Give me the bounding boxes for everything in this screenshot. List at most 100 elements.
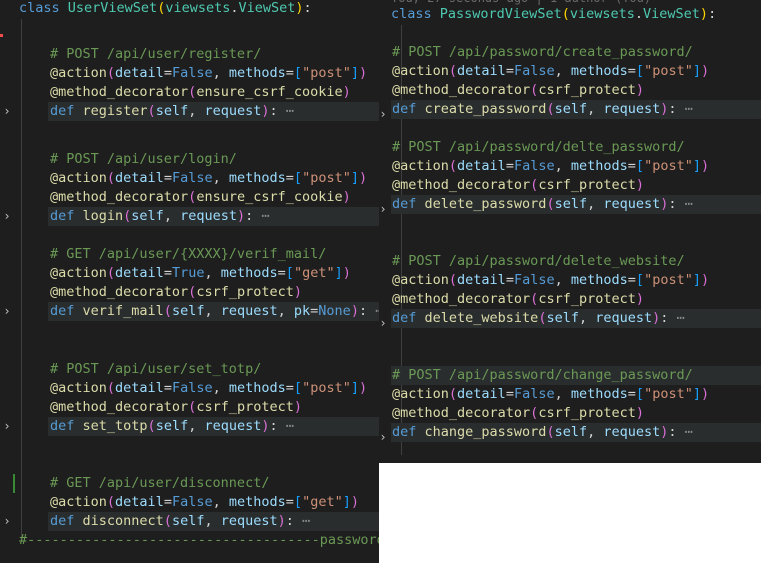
method-decorator-line[interactable]: @method_decorator(csrf_protect) [392, 290, 644, 309]
def-keyword: def [50, 208, 83, 224]
bracket: ) [342, 84, 351, 100]
route-comment-line[interactable]: # POST /api/password/create_password/ [392, 43, 693, 62]
action-decorator-line[interactable]: @action(detail=False, methods=["post"]) [50, 379, 367, 398]
equals: = [627, 63, 636, 79]
bracket: ) [635, 405, 644, 421]
detail-value: False [171, 494, 213, 510]
function-name: set_totp [82, 418, 148, 434]
dot: . [230, 0, 239, 16]
fold-chevron-icon[interactable]: › [0, 102, 14, 121]
colon: : [668, 196, 677, 212]
fold-chevron-icon[interactable]: › [0, 207, 14, 226]
method-decorator-line[interactable]: @method_decorator(csrf_protect) [50, 398, 302, 417]
equals: = [163, 170, 172, 186]
route-comment: # POST /api/user/set_totp/ [50, 361, 262, 377]
function-definition-line[interactable]: def create_password(self, request): ⋯ [392, 100, 693, 119]
fold-chevron-icon[interactable]: › [0, 302, 14, 321]
folded-ellipsis: ⋯ [676, 101, 693, 117]
function-definition-line[interactable]: def login(self, request): ⋯ [50, 207, 270, 226]
class-definition-line[interactable]: class UserViewSet(viewsets.ViewSet): [19, 0, 312, 18]
method-decorator-line[interactable]: @method_decorator(ensure_csrf_cookie) [50, 188, 351, 207]
bracket: ( [448, 63, 458, 79]
param-request: request [220, 513, 278, 529]
def-keyword: def [50, 303, 83, 319]
fold-chevron-icon[interactable]: › [379, 105, 390, 124]
method-decorator-line[interactable]: @method_decorator(csrf_protect) [392, 81, 644, 100]
def-keyword: def [50, 513, 83, 529]
method-decorator: @method_decorator [50, 189, 189, 205]
fold-chevron-icon[interactable]: › [379, 314, 390, 333]
http-method-string: "post" [302, 380, 351, 396]
param-self: self [155, 418, 189, 434]
action-decorator: @action [392, 63, 449, 79]
function-definition-line[interactable]: def register(self, request): ⋯ [50, 102, 294, 121]
route-comment-line[interactable]: # POST /api/user/set_totp/ [50, 360, 261, 379]
route-comment-line[interactable]: # POST /api/user/login/ [50, 150, 237, 169]
function-definition-line[interactable]: def disconnect(self, request): ⋯ [50, 512, 310, 531]
method-decorator: @method_decorator [392, 82, 531, 98]
action-decorator-line[interactable]: @action(detail=False, methods=["post"]) [392, 271, 709, 290]
class-definition-line[interactable]: class PasswordViewSet(viewsets.ViewSet): [391, 5, 716, 24]
comma: , [212, 170, 229, 186]
route-comment-line[interactable]: # POST /api/user/register/ [50, 45, 261, 64]
equals: = [505, 272, 514, 288]
bracket: ( [163, 513, 172, 529]
colon: : [358, 303, 368, 319]
bracket: [ [635, 386, 645, 402]
divider-comment-line[interactable]: #------------------------------------pas… [19, 531, 379, 550]
param-name: detail [457, 158, 506, 174]
def-keyword: def [392, 310, 425, 326]
detail-value: True [171, 265, 205, 281]
fold-chevron-icon[interactable]: › [379, 428, 390, 447]
folded-ellipsis: ⋯ [367, 303, 379, 319]
route-comment-line[interactable]: # POST /api/password/delete_website/ [392, 252, 685, 271]
fold-chevron-icon[interactable]: › [0, 512, 14, 531]
action-decorator-line[interactable]: @action(detail=False, methods=["post"]) [392, 385, 709, 404]
comma: , [212, 494, 229, 510]
route-comment-line[interactable]: # POST /api/password/change_password/ [392, 366, 693, 385]
class-name: PasswordViewSet [439, 6, 562, 22]
param-name: methods [220, 265, 278, 281]
action-decorator-line[interactable]: @action(detail=False, methods=["post"]) [50, 64, 367, 83]
left-editor-pane[interactable]: class UserViewSet(viewsets.ViewSet): # PO… [0, 0, 379, 563]
method-decorator-line[interactable]: @method_decorator(ensure_csrf_cookie) [50, 83, 351, 102]
fold-chevron-icon[interactable]: › [379, 200, 390, 219]
action-decorator-line[interactable]: @action(detail=False, methods=["post"]) [392, 62, 709, 81]
comma: , [587, 101, 604, 117]
bracket: ] [350, 170, 359, 186]
function-definition-line[interactable]: def change_password(self, request): ⋯ [392, 423, 693, 442]
route-comment-line[interactable]: # GET /api/user/disconnect/ [50, 474, 269, 493]
param-name: methods [570, 386, 628, 402]
function-definition-line[interactable]: def set_totp(self, request): ⋯ [50, 417, 294, 436]
folded-ellipsis: ⋯ [676, 424, 693, 440]
bracket: ) [358, 65, 368, 81]
method-decorator-line[interactable]: @method_decorator(csrf_protect) [392, 404, 644, 423]
bracket: ) [350, 303, 359, 319]
function-definition-line[interactable]: def delete_password(self, request): ⋯ [392, 195, 693, 214]
function-definition-line[interactable]: def delete_website(self, request): ⋯ [392, 309, 685, 328]
action-decorator-line[interactable]: @action(detail=False, methods=["post"]) [50, 169, 367, 188]
param-self: self [131, 208, 164, 224]
action-decorator-line[interactable]: @action(detail=False, methods=["get"]) [50, 493, 359, 512]
function-definition-line[interactable]: def verif_mail(self, request, pk=None): … [50, 302, 379, 321]
method-decorator-line[interactable]: @method_decorator(csrf_protect) [392, 176, 644, 195]
comma: , [554, 158, 571, 174]
route-comment-line[interactable]: # POST /api/password/delte_password/ [392, 138, 685, 157]
detail-value: False [171, 380, 213, 396]
action-decorator-line[interactable]: @action(detail=False, methods=["post"]) [392, 157, 709, 176]
param-request: request [204, 418, 262, 434]
method-decorator-line[interactable]: @method_decorator(csrf_protect) [50, 283, 302, 302]
bracket: ( [448, 272, 458, 288]
bracket: ) [635, 177, 644, 193]
bracket: [ [293, 380, 303, 396]
action-decorator-line[interactable]: @action(detail=True, methods=["get"]) [50, 264, 351, 283]
divider-comment: #------------------------------------pas… [19, 532, 379, 548]
fold-chevron-icon[interactable]: › [0, 417, 14, 436]
param-self: self [155, 103, 189, 119]
action-decorator: @action [392, 158, 449, 174]
method-decorator: @method_decorator [50, 284, 189, 300]
route-comment-line[interactable]: # GET /api/user/{XXXX}/verif_mail/ [50, 245, 326, 264]
param-request: request [204, 103, 262, 119]
right-editor-pane[interactable]: You, 27 seconds ago | 1 author (You)clas… [379, 0, 761, 463]
bracket: ) [261, 418, 270, 434]
